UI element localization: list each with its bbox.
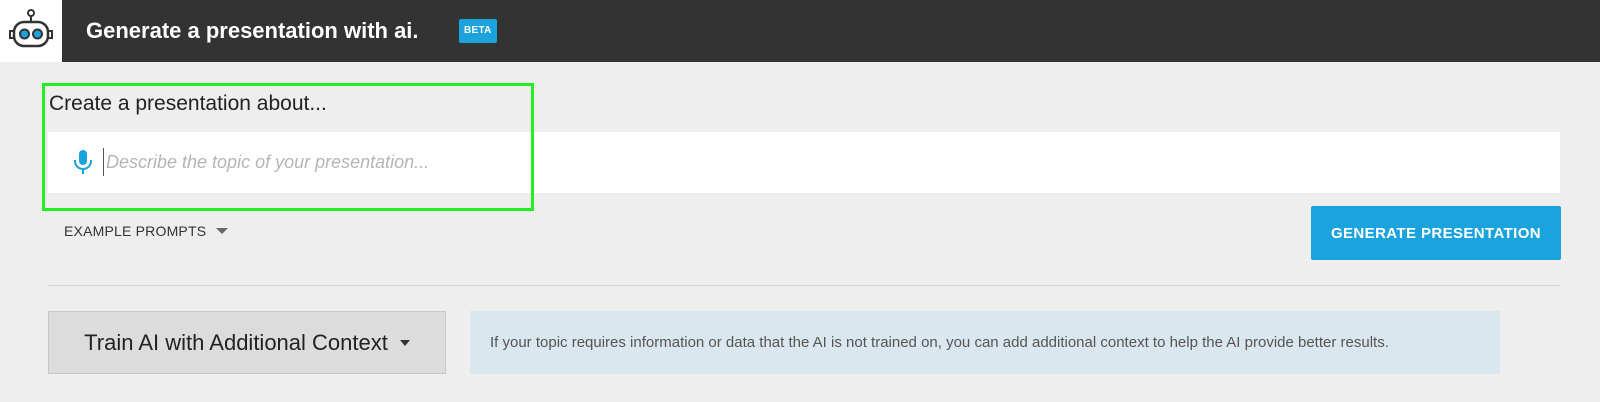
chevron-down-icon bbox=[216, 228, 229, 234]
app-title: Generate a presentation with ai. bbox=[86, 18, 419, 43]
example-prompts-label: EXAMPLE PROMPTS bbox=[64, 223, 207, 239]
prompt-label: Create a presentation about... bbox=[49, 92, 327, 115]
top-bar: Generate a presentation with ai. BETA bbox=[0, 0, 1600, 62]
beta-badge: BETA bbox=[459, 19, 497, 43]
divider bbox=[48, 285, 1561, 286]
logo[interactable] bbox=[0, 0, 62, 62]
context-info-text: If your topic requires information or da… bbox=[490, 334, 1389, 351]
robot-icon bbox=[8, 8, 54, 54]
train-ai-context-button[interactable]: Train AI with Additional Context bbox=[48, 311, 446, 374]
chevron-down-icon bbox=[399, 339, 410, 346]
microphone-icon[interactable] bbox=[73, 148, 93, 176]
example-prompts-toggle[interactable]: EXAMPLE PROMPTS bbox=[64, 223, 229, 239]
train-ai-context-label: Train AI with Additional Context bbox=[84, 329, 388, 355]
generate-presentation-button[interactable]: GENERATE PRESENTATION bbox=[1311, 206, 1561, 260]
context-info-box: If your topic requires information or da… bbox=[470, 311, 1500, 374]
topic-input[interactable] bbox=[103, 148, 1506, 176]
